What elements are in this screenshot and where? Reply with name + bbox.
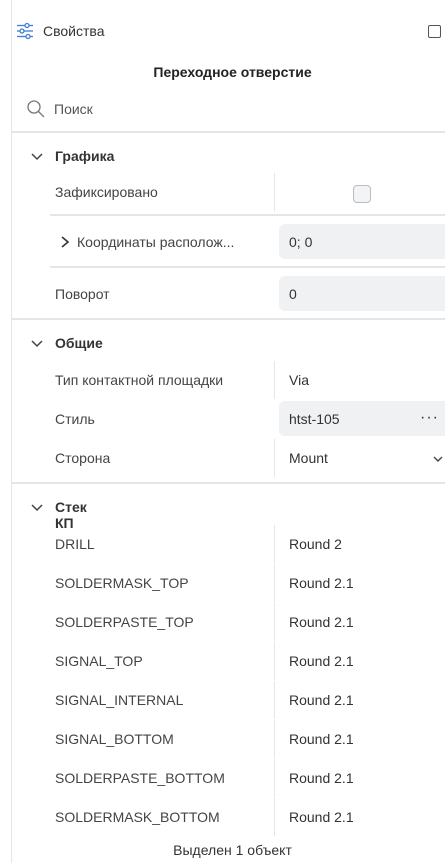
chevron-down-icon [31,504,43,512]
property-label: SOLDERPASTE_BOTTOM [55,770,225,786]
side-select[interactable]: Mount [289,450,328,466]
property-row-pad-type: Тип контактной площадки Via [50,361,445,399]
property-row-style: Стиль htst-105 ··· [50,400,445,438]
chevron-down-icon [31,153,43,161]
divider [50,266,445,268]
column-divider [274,603,275,641]
field-value: 0; 0 [289,234,313,250]
stack-row: SIGNAL_BOTTOM Round 2.1 [50,720,445,758]
property-row-rotation: Поворот 0 [50,275,445,313]
field-value: 0 [289,286,297,302]
search-box[interactable]: Поиск [26,98,406,122]
chevron-down-icon [31,340,43,348]
panel-header: Свойства [0,0,445,62]
coords-field[interactable]: 0; 0 [279,224,445,259]
property-row-fixed: Зафиксировано [50,173,445,211]
property-value[interactable]: Round 2.1 [289,692,354,708]
property-row-coords: Координаты располож... 0; 0 [50,223,445,261]
column-divider [274,564,275,602]
property-label: SOLDERMASK_TOP [55,575,189,591]
section-title: Общие [55,335,103,351]
column-divider [274,439,275,477]
stack-row: SOLDERMASK_BOTTOM Round 2.1 [50,798,445,836]
column-divider [274,759,275,797]
column-divider [274,173,275,211]
fixed-checkbox[interactable] [353,185,371,203]
column-divider [274,681,275,719]
column-divider [274,361,275,399]
property-label: SIGNAL_BOTTOM [55,731,174,747]
property-label: Сторона [55,450,111,466]
panel-title: Свойства [43,23,105,39]
property-row-side: Сторона Mount [50,439,445,477]
properties-panel: Свойства Переходное отверстие Поиск Граф… [0,0,445,863]
property-value[interactable]: Round 2.1 [289,770,354,786]
property-label: Координаты располож... [77,234,235,250]
style-field[interactable]: htst-105 ··· [279,401,445,436]
property-label: SIGNAL_INTERNAL [55,692,184,708]
property-label: Поворот [55,286,110,302]
search-input[interactable]: Поиск [54,101,93,117]
property-value[interactable]: Round 2.1 [289,731,354,747]
property-label: Стиль [55,411,95,427]
column-divider [274,798,275,836]
divider [12,131,445,133]
object-type-title: Переходное отверстие [153,64,312,80]
stack-row: DRILL Round 2 [50,525,445,563]
divider [50,214,445,216]
column-divider [274,642,275,680]
property-value[interactable]: Round 2 [289,536,342,552]
stack-row: SOLDERMASK_TOP Round 2.1 [50,564,445,602]
property-value[interactable]: Round 2.1 [289,614,354,630]
window-square-icon[interactable] [428,25,441,38]
selection-status: Выделен 1 объект [173,842,292,858]
property-value[interactable]: Round 2.1 [289,653,354,669]
rotation-field[interactable]: 0 [279,276,445,311]
property-label: SOLDERPASTE_TOP [55,614,194,630]
property-label: SOLDERMASK_BOTTOM [55,809,220,825]
stack-row: SOLDERPASTE_BOTTOM Round 2.1 [50,759,445,797]
property-label: SIGNAL_TOP [55,653,143,669]
sliders-icon[interactable] [16,22,34,40]
search-icon [27,100,45,118]
section-title: Графика [55,148,115,164]
divider [12,318,445,320]
more-icon[interactable]: ··· [420,409,439,427]
stack-row: SOLDERPASTE_TOP Round 2.1 [50,603,445,641]
chevron-right-icon[interactable] [60,236,70,248]
column-divider [274,720,275,758]
stack-row: SIGNAL_TOP Round 2.1 [50,642,445,680]
property-value[interactable]: Via [289,372,309,388]
property-label: Тип контактной площадки [55,372,224,388]
field-value: htst-105 [289,411,340,427]
property-label: DRILL [55,536,95,552]
column-divider [274,525,275,563]
property-label: Зафиксировано [55,184,158,200]
property-value[interactable]: Round 2.1 [289,575,354,591]
chevron-down-icon[interactable] [432,453,444,465]
property-value[interactable]: Round 2.1 [289,809,354,825]
divider [12,482,445,484]
panel-border [11,0,12,863]
stack-row: SIGNAL_INTERNAL Round 2.1 [50,681,445,719]
